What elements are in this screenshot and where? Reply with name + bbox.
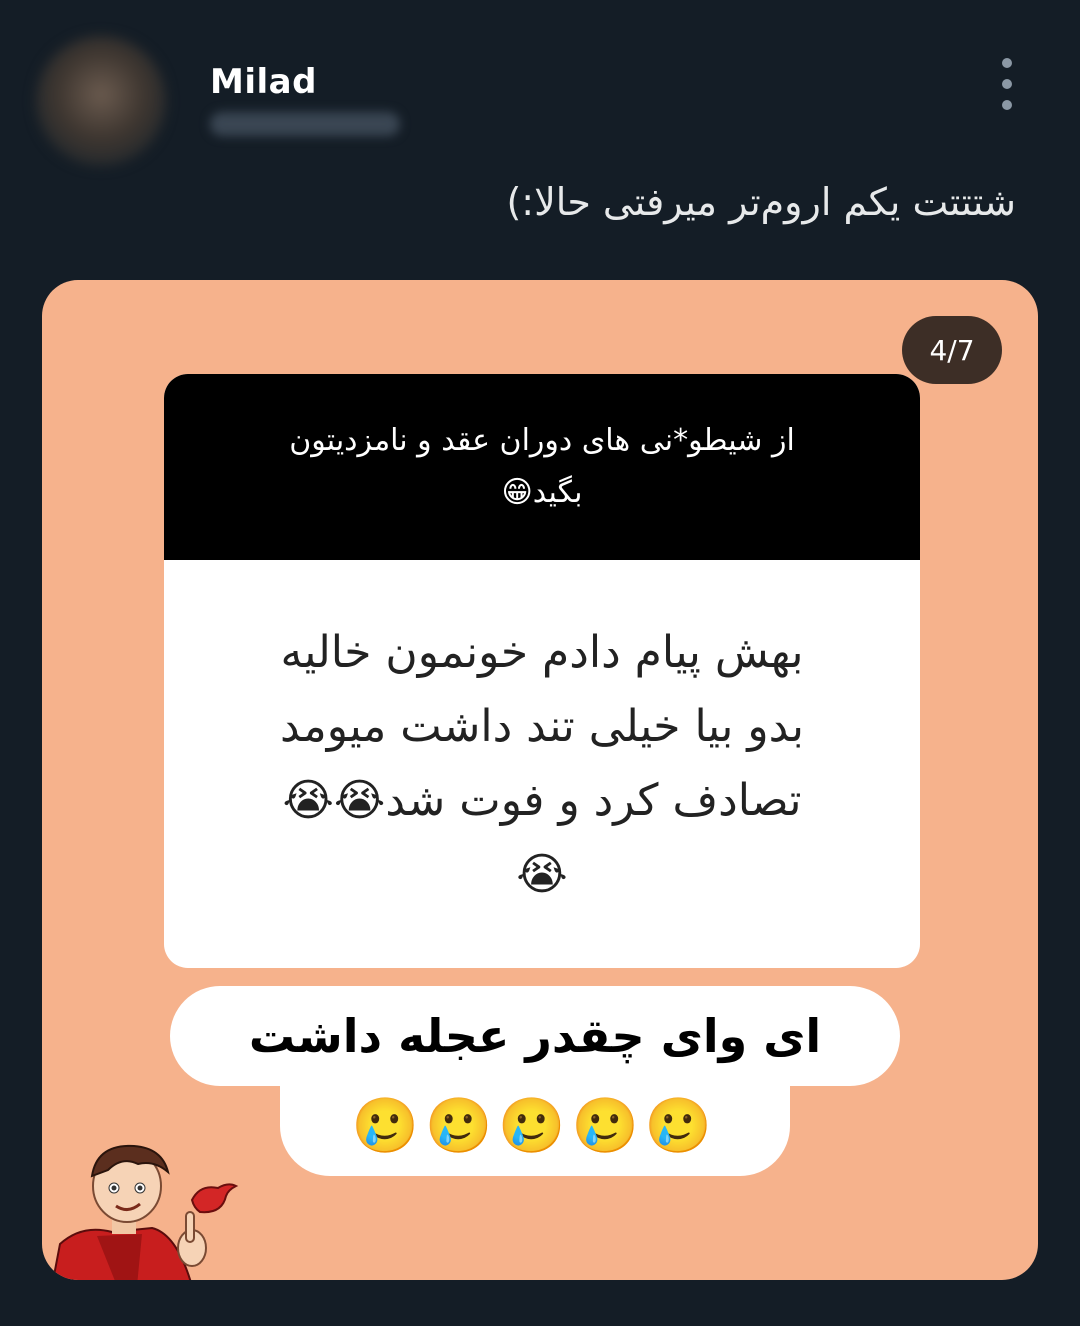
cartoon-man-twitter-bird-sticker-icon <box>52 1144 239 1280</box>
tweet-media-image[interactable]: 4/7 از شیطو*نی های دوران عقد و نامزدیتون… <box>42 280 1038 1280</box>
question-line-1: از شیطو*نی های دوران عقد و نامزدیتون <box>289 423 795 458</box>
answer-line-3: تصادف کرد و فوت شد😭😭 <box>282 775 802 826</box>
question-line-2: بگید😁 <box>501 475 583 510</box>
tweet-text: شتتتت یکم اروم‌تر میرفتی حالا:) <box>506 180 1016 224</box>
author-handle-blurred <box>210 112 400 136</box>
more-vertical-icon[interactable] <box>990 58 1024 110</box>
answer-line-4: 😭 <box>516 849 568 900</box>
reply-emoji-bubble: 🥲🥲🥲🥲🥲 <box>280 1076 790 1176</box>
answer-line-1: بهش پیام دادم خونمون خالیه <box>280 627 804 678</box>
author-name[interactable]: Milad <box>210 62 317 102</box>
page-indicator-badge: 4/7 <box>902 316 1002 384</box>
reply-text-bubble: ای وای چقدر عجله داشت <box>170 986 900 1086</box>
question-header: از شیطو*نی های دوران عقد و نامزدیتون بگی… <box>164 374 920 560</box>
author-avatar[interactable] <box>36 36 166 166</box>
answer-body: بهش پیام دادم خونمون خالیه بدو بیا خیلی … <box>164 560 920 968</box>
answer-line-2: بدو بیا خیلی تند داشت میومد <box>280 701 804 752</box>
question-card: از شیطو*نی های دوران عقد و نامزدیتون بگی… <box>164 374 920 968</box>
